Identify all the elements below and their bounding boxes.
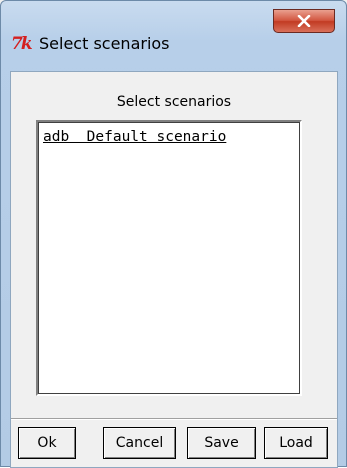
window-title: Select scenarios (39, 34, 170, 53)
tk-feather-icon: 7k (11, 34, 33, 54)
dialog-window: 7k Select scenarios Select scenarios adb… (0, 0, 347, 468)
ok-button[interactable]: Ok (18, 427, 76, 459)
close-icon (297, 15, 311, 27)
dialog-client-area: Select scenarios adb Default scenario Ok… (10, 71, 338, 468)
dialog-heading: Select scenarios (116, 94, 232, 110)
cancel-button[interactable]: Cancel (103, 427, 176, 459)
list-item[interactable]: adb Default scenario (43, 128, 226, 146)
save-button[interactable]: Save (187, 427, 256, 459)
close-button[interactable] (273, 9, 335, 33)
scenario-listbox[interactable]: adb Default scenario (36, 120, 302, 396)
button-divider (11, 418, 337, 420)
load-button[interactable]: Load (264, 427, 328, 459)
